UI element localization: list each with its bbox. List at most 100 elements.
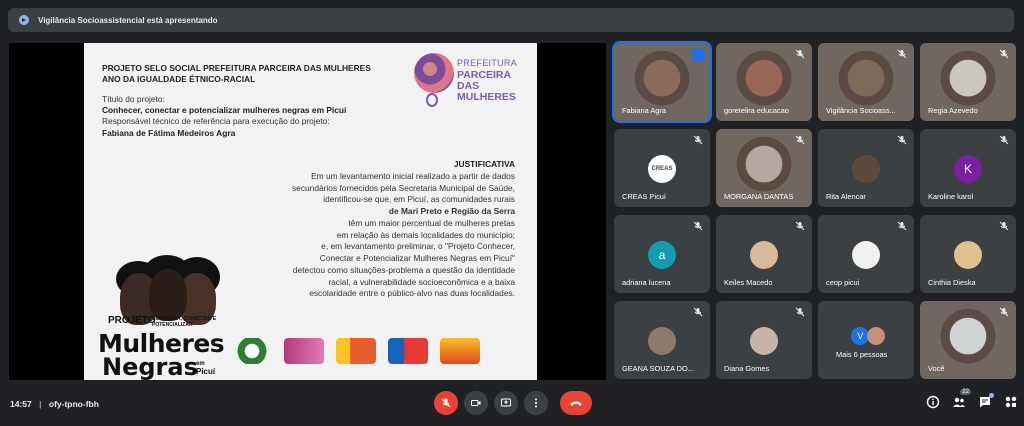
participant-tile[interactable]: MORGANA DANTAS — [716, 129, 812, 207]
just-line: racial, a vulnerabilidade socioeconômica… — [328, 276, 515, 287]
more-options-button[interactable] — [524, 391, 548, 415]
separator: | — [39, 399, 42, 409]
justification-title: JUSTIFICATIVA — [453, 159, 515, 169]
participant-name: Keiles Macedo — [724, 278, 773, 287]
camera-icon — [471, 400, 481, 406]
end-call-button[interactable] — [560, 391, 592, 415]
participant-tile[interactable]: ceop picui — [818, 215, 914, 293]
meeting-code: ofy-tpno-fbh — [48, 399, 99, 409]
mic-off-icon — [441, 398, 451, 408]
participant-tile[interactable]: K Karoline karol — [920, 129, 1016, 207]
mic-off-icon — [795, 307, 805, 317]
participant-name: CREAS Picuí — [622, 192, 666, 201]
meeting-details-button[interactable] — [926, 395, 940, 409]
just-line: detectou como situações-problema a quest… — [292, 264, 515, 275]
mic-off-icon — [693, 221, 703, 231]
justification-block: JUSTIFICATIVA Em um levantamento inicial… — [234, 159, 515, 300]
just-line: Em um levantamento inicial realizado a p… — [311, 170, 515, 181]
just-line: identificou-se que, em Picuí, as comunid… — [323, 194, 515, 205]
participant-tile[interactable]: Regia Azevedo — [920, 43, 1016, 121]
activities-icon — [1005, 396, 1017, 408]
slide-header-2: ANO DA IGUALDADE ÉTNICO-RACIAL — [102, 74, 256, 85]
just-line: de Mari Preto e Região da Serra — [388, 206, 515, 217]
participant-tile[interactable]: Cinthia Dieska — [920, 215, 1016, 293]
participant-avatar — [750, 241, 778, 269]
participant-tile[interactable]: a adriana lucena — [614, 215, 710, 293]
assistencia-social-logo-icon — [336, 338, 376, 364]
side-panel-buttons: 22 — [926, 389, 1018, 409]
art-projeto: PROJETO — [108, 315, 156, 326]
participant-avatar: a — [648, 241, 676, 269]
chat-notification-dot — [989, 393, 994, 398]
participant-name: GEANA SOUZA DO... — [622, 364, 694, 373]
participant-name: Mais 6 pessoas — [836, 350, 888, 359]
mic-off-icon — [999, 135, 1009, 145]
participant-name: Cinthia Dieska — [928, 278, 976, 287]
partner-logos — [232, 335, 532, 367]
participant-name: adriana lucena — [622, 278, 671, 287]
participant-avatar — [852, 241, 880, 269]
info-icon — [926, 395, 940, 409]
activities-button[interactable] — [1004, 395, 1018, 409]
call-controls — [434, 391, 592, 415]
present-button[interactable] — [494, 391, 518, 415]
participant-tile[interactable]: GEANA SOUZA DO... — [614, 301, 710, 379]
participant-name: Diana Gomes — [724, 364, 770, 373]
participant-avatar — [648, 327, 676, 355]
mic-off-icon — [693, 135, 703, 145]
participant-tile[interactable]: V Mais 6 pessoas — [818, 301, 914, 379]
mic-off-icon — [795, 135, 805, 145]
end-call-icon — [570, 401, 582, 406]
venus-icon — [426, 93, 438, 107]
participant-tile[interactable]: goretelira educacao — [716, 43, 812, 121]
prefeitura-parceira-logo: PREFEITURA PARCEIRA DAS MULHERES — [412, 49, 527, 107]
participant-tile[interactable]: Você — [920, 301, 1016, 379]
participant-avatar — [954, 241, 982, 269]
just-line: secundários fornecidos pela Secretaria M… — [291, 182, 515, 193]
slide: PROJETO SELO SOCIAL PREFEITURA PARCEIRA … — [84, 43, 537, 380]
meeting-info: 14:57 | ofy-tpno-fbh — [10, 399, 99, 409]
clock: 14:57 — [10, 399, 32, 409]
participant-tile[interactable]: Fabiana Agra — [612, 41, 712, 123]
participant-name: Vigilância Socioass... — [826, 106, 896, 115]
participant-name: Rita Alencar — [826, 192, 866, 201]
logo-pref-top: PREFEITURA — [457, 58, 518, 68]
saude-logo-icon — [388, 338, 428, 364]
mic-off-icon — [897, 221, 907, 231]
participant-avatar: K — [954, 155, 982, 183]
presenting-text: Vigilância Socioassistencial está aprese… — [38, 15, 218, 25]
participant-avatar — [852, 155, 880, 183]
bottom-bar: 14:57 | ofy-tpno-fbh 22 — [0, 386, 1024, 426]
camera-toggle-button[interactable] — [464, 391, 488, 415]
participant-tile[interactable]: Vigilância Socioass... — [818, 43, 914, 121]
mic-off-icon — [795, 49, 805, 59]
participant-name: goretelira educacao — [724, 106, 789, 115]
project-title-label: Título do projeto: — [102, 93, 165, 104]
art-negras: Negras — [102, 353, 198, 380]
people-count-badge: 22 — [960, 389, 971, 395]
mic-toggle-button[interactable] — [434, 391, 458, 415]
participant-name: Regia Azevedo — [928, 106, 978, 115]
responsible-label: Responsável técnico de referência para e… — [102, 116, 330, 127]
chat-button[interactable] — [978, 393, 994, 409]
presentation-stage[interactable]: PROJETO SELO SOCIAL PREFEITURA PARCEIRA … — [9, 43, 606, 380]
art-em-picui: em Picuí — [196, 361, 216, 376]
presenting-icon — [18, 14, 30, 26]
people-icon — [953, 397, 965, 407]
presenting-banner: Vigilância Socioassistencial está aprese… — [8, 8, 1014, 32]
educacao-logo-icon — [440, 338, 480, 364]
mic-off-icon — [999, 49, 1009, 59]
participant-name: Fabiana Agra — [622, 106, 666, 115]
participant-tile[interactable]: Diana Gomes — [716, 301, 812, 379]
green-seal-logo-icon — [232, 338, 272, 364]
just-line: escolaridade entre o público-alvo nas du… — [309, 288, 515, 299]
participant-name: MORGANA DANTAS — [724, 192, 794, 201]
participant-tile[interactable]: Rita Alencar — [818, 129, 914, 207]
people-button[interactable]: 22 — [952, 389, 971, 409]
participant-tile[interactable]: CREAS CREAS Picuí — [614, 129, 710, 207]
mic-off-icon — [999, 221, 1009, 231]
participant-name: Você — [928, 364, 945, 373]
participant-name: ceop picui — [826, 278, 860, 287]
participant-tile[interactable]: Keiles Macedo — [716, 215, 812, 293]
mic-off-icon — [897, 49, 907, 59]
